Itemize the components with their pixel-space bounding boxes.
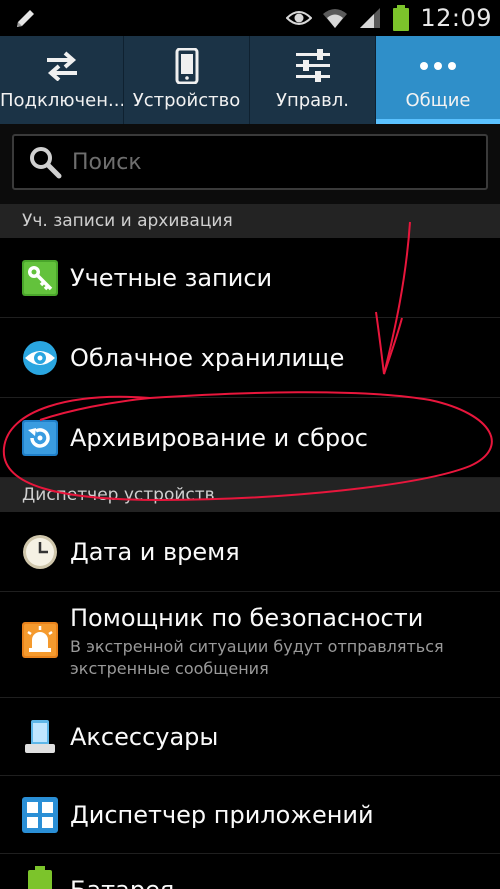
eye-icon [286, 11, 313, 25]
more-dots-icon [420, 62, 456, 70]
tab-label: Общие [405, 90, 471, 111]
item-title: Диспетчер приложений [70, 800, 374, 829]
sliders-icon [295, 49, 330, 82]
search-icon [30, 147, 62, 179]
accounts-key-icon [22, 259, 58, 296]
item-subtitle: В экстренной ситуации будут отправляться… [70, 637, 444, 678]
tab-general[interactable]: Общие [376, 36, 500, 124]
list-item-accounts[interactable]: Учетные записи [0, 238, 500, 318]
tab-connections[interactable]: Подключен... [0, 36, 124, 124]
clock-icon [23, 534, 57, 569]
list-item-app-manager[interactable]: Диспетчер приложений [0, 776, 500, 854]
search-area [0, 124, 500, 204]
item-title: Помощник по безопасности [70, 604, 424, 632]
alarm-light-icon [22, 622, 58, 658]
tab-label: Подключен... [0, 90, 123, 111]
settings-tab-bar: Подключен... Устройство Управл. Общие [0, 36, 500, 124]
list-item-backup-reset[interactable]: Архивирование и сброс [0, 398, 500, 478]
status-bar: 12:09 [0, 0, 500, 36]
item-title: Архивирование и сброс [70, 423, 368, 452]
accessory-dock-icon [25, 719, 55, 753]
section-header-accounts: Уч. записи и архивация [0, 204, 500, 238]
list-item-accessories[interactable]: Аксессуары [0, 698, 500, 776]
battery-icon [393, 5, 410, 31]
search-box[interactable] [12, 134, 488, 190]
tab-label: Управл. [275, 90, 350, 111]
wifi-icon [323, 9, 348, 28]
search-input[interactable] [72, 149, 452, 175]
status-clock: 12:09 [420, 4, 492, 32]
status-icons: 12:09 [286, 0, 492, 36]
item-title: Аксессуары [70, 722, 219, 751]
app-grid-icon [22, 796, 58, 833]
list-item-battery[interactable]: Батарея [0, 854, 500, 889]
cloud-eye-icon [23, 340, 57, 375]
tab-label: Устройство [132, 90, 241, 111]
swap-arrows-icon [46, 51, 77, 81]
phone-icon [175, 48, 198, 84]
list-item-safety-assistance[interactable]: Помощник по безопасности В экстренной си… [0, 592, 500, 698]
item-title: Дата и время [70, 537, 240, 566]
item-title: Батарея [70, 876, 490, 889]
signal-icon [360, 8, 381, 28]
section-header-device-manager: Диспетчер устройств [0, 478, 500, 512]
battery-item-icon [28, 866, 52, 889]
pencil-icon [17, 10, 34, 27]
backup-reset-icon [22, 419, 58, 456]
list-item-date-time[interactable]: Дата и время [0, 512, 500, 592]
tab-device[interactable]: Устройство [124, 36, 250, 124]
item-title: Облачное хранилище [70, 343, 345, 372]
item-title: Учетные записи [70, 263, 273, 292]
tab-controls[interactable]: Управл. [250, 36, 376, 124]
list-item-cloud[interactable]: Облачное хранилище [0, 318, 500, 398]
